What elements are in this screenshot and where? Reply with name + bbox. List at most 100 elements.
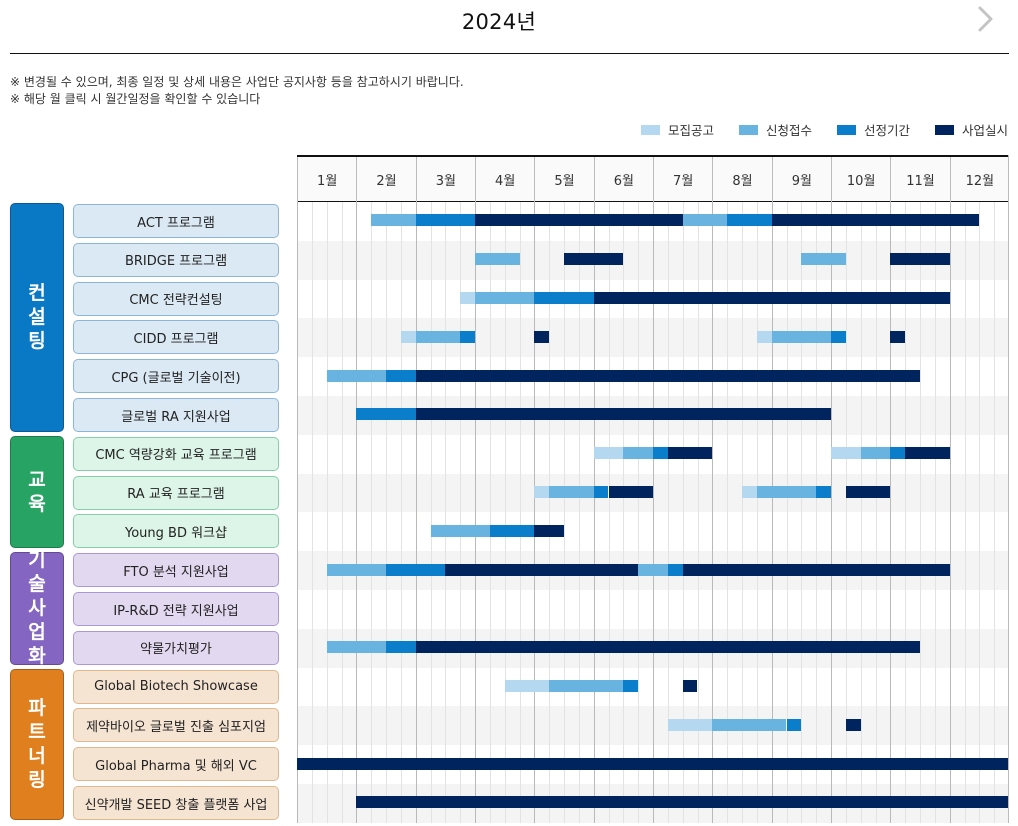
category-label: 컨설팅 (10, 203, 64, 432)
gantt-bar-apply (326, 641, 386, 654)
gantt-bar-select (356, 408, 416, 421)
legend-label: 모집공고 (667, 123, 714, 138)
month-header-cell[interactable]: 1월 (297, 157, 356, 202)
gantt-bar-run (667, 447, 713, 460)
program-label[interactable]: CIDD 프로그램 (73, 320, 279, 355)
gantt-bar-select (653, 447, 668, 460)
gantt-bar-run (845, 486, 891, 498)
category-label: 파트너링 (10, 668, 64, 820)
gantt-bar-apply (371, 214, 416, 227)
next-year-button[interactable] (972, 4, 1000, 34)
gantt-bar-apply (415, 330, 461, 343)
gantt-bar-run (682, 563, 950, 576)
program-label[interactable]: CPG (글로벌 기술이전) (73, 359, 279, 394)
month-gridline (297, 202, 298, 823)
gantt-bar-apply (475, 253, 520, 266)
week-gridline (964, 202, 966, 823)
legend-swatch-recruit (640, 124, 660, 135)
gantt-bar-run (890, 330, 906, 343)
category-label: 기술사업화 (10, 549, 64, 667)
month-header-cell[interactable]: 6월 (593, 157, 653, 202)
category-char: 화 (28, 645, 46, 668)
program-label[interactable]: FTO 분석 지원사업 (73, 553, 279, 588)
month-header-cell[interactable]: 5월 (534, 157, 593, 202)
week-gridline (341, 202, 343, 823)
program-label[interactable]: ACT 프로그램 (73, 204, 279, 238)
gantt-bar-apply (756, 486, 817, 498)
category-char: 설 (28, 306, 46, 329)
category-char: 업 (28, 621, 46, 644)
month-header-cell[interactable]: 8월 (712, 157, 771, 202)
month-header-cell[interactable]: 2월 (356, 157, 415, 202)
program-label[interactable]: Global Pharma 및 해외 VC (73, 747, 279, 782)
month-header-cell[interactable]: 10월 (831, 157, 890, 202)
gantt-bar-run (771, 214, 980, 227)
category-char: 너 (28, 745, 46, 768)
week-gridline (311, 202, 313, 823)
gantt-bar-select (786, 718, 802, 731)
gantt-bar-run (564, 253, 624, 266)
month-header-cell[interactable]: 11월 (890, 157, 949, 202)
gantt-bar-recruit (756, 330, 772, 343)
gantt-bar-select (489, 524, 535, 537)
gantt-bar-apply (638, 563, 668, 576)
week-gridline (371, 202, 373, 823)
week-gridline (326, 202, 328, 823)
gantt-bar-apply (326, 563, 386, 576)
legend-swatch-run (934, 124, 954, 135)
gantt-bar-select (831, 330, 846, 343)
gantt-bar-run (534, 524, 564, 537)
program-label[interactable]: 글로벌 RA 지원사업 (73, 398, 279, 432)
gantt-bar-run (845, 718, 861, 731)
gantt-chart: 1월 2월 3월 4월 5월 6월 7월 8월 9월 10월 11월 12월 (297, 155, 1009, 823)
week-gridline (445, 202, 447, 823)
gantt-bar-run (415, 369, 920, 382)
program-label[interactable]: 제약바이오 글로벌 진출 심포지엄 (73, 708, 279, 743)
legend: 모집공고 신청접수 선정기간 사업실시 (640, 120, 1008, 139)
program-label[interactable]: 약물가치평가 (73, 630, 279, 665)
week-gridline (430, 202, 432, 823)
month-header-cell[interactable]: 3월 (415, 157, 475, 202)
month-header-cell[interactable]: 9월 (771, 157, 831, 202)
gantt-bar-run (297, 757, 1009, 770)
week-gridline (994, 202, 996, 823)
gantt-bar-select (593, 486, 609, 498)
title-divider (10, 53, 1009, 54)
gantt-bar-select (667, 563, 683, 576)
program-label[interactable]: Young BD 워크샵 (73, 514, 279, 549)
program-label[interactable]: RA 교육 프로그램 (73, 475, 279, 510)
legend-item-select: 선정기간 (836, 120, 910, 139)
month-header-cell[interactable]: 7월 (653, 157, 712, 202)
week-gridline (386, 202, 387, 823)
program-label[interactable]: IP-R&D 전략 지원사업 (73, 592, 279, 626)
gantt-bar-run (593, 292, 950, 304)
chevron-right-icon (978, 6, 993, 32)
program-label[interactable]: CMC 전략컨설팅 (73, 281, 279, 316)
gantt-bar-apply (623, 447, 653, 460)
gantt-bar-run (445, 563, 639, 576)
gantt-bar-run (890, 253, 950, 266)
month-header-cell[interactable]: 12월 (949, 157, 1009, 202)
month-header: 1월 2월 3월 4월 5월 6월 7월 8월 9월 10월 11월 12월 (297, 155, 1009, 202)
gantt-right-border (1008, 155, 1009, 823)
program-label[interactable]: BRIDGE 프로그램 (73, 242, 279, 277)
program-label[interactable]: Global Biotech Showcase (73, 669, 279, 704)
gantt-bar-recruit (400, 330, 416, 343)
program-label[interactable]: 신약개발 SEED 창출 플랫폼 사업 (73, 786, 279, 820)
gantt-bar-select (386, 563, 446, 576)
gantt-bar-recruit (742, 486, 757, 498)
category-char: 파 (28, 697, 46, 720)
program-label[interactable]: CMC 역량강화 교육 프로그램 (73, 436, 279, 471)
gantt-bar-recruit (534, 486, 550, 498)
gantt-bar-recruit (593, 447, 624, 460)
gantt-bar-select (727, 214, 772, 227)
gantt-bar-select (460, 330, 475, 343)
category-char: 팅 (28, 330, 46, 353)
gantt-bar-run (415, 408, 831, 421)
gantt-bar-recruit (460, 292, 475, 304)
week-gridline (400, 202, 402, 823)
gantt-bar-select (816, 486, 831, 498)
month-header-cell[interactable]: 4월 (475, 157, 534, 202)
category-char: 트 (28, 721, 46, 744)
note-line: ※ 변경될 수 있으며, 최종 일정 및 상세 내용은 사업단 공지사항 등을 … (10, 75, 464, 89)
